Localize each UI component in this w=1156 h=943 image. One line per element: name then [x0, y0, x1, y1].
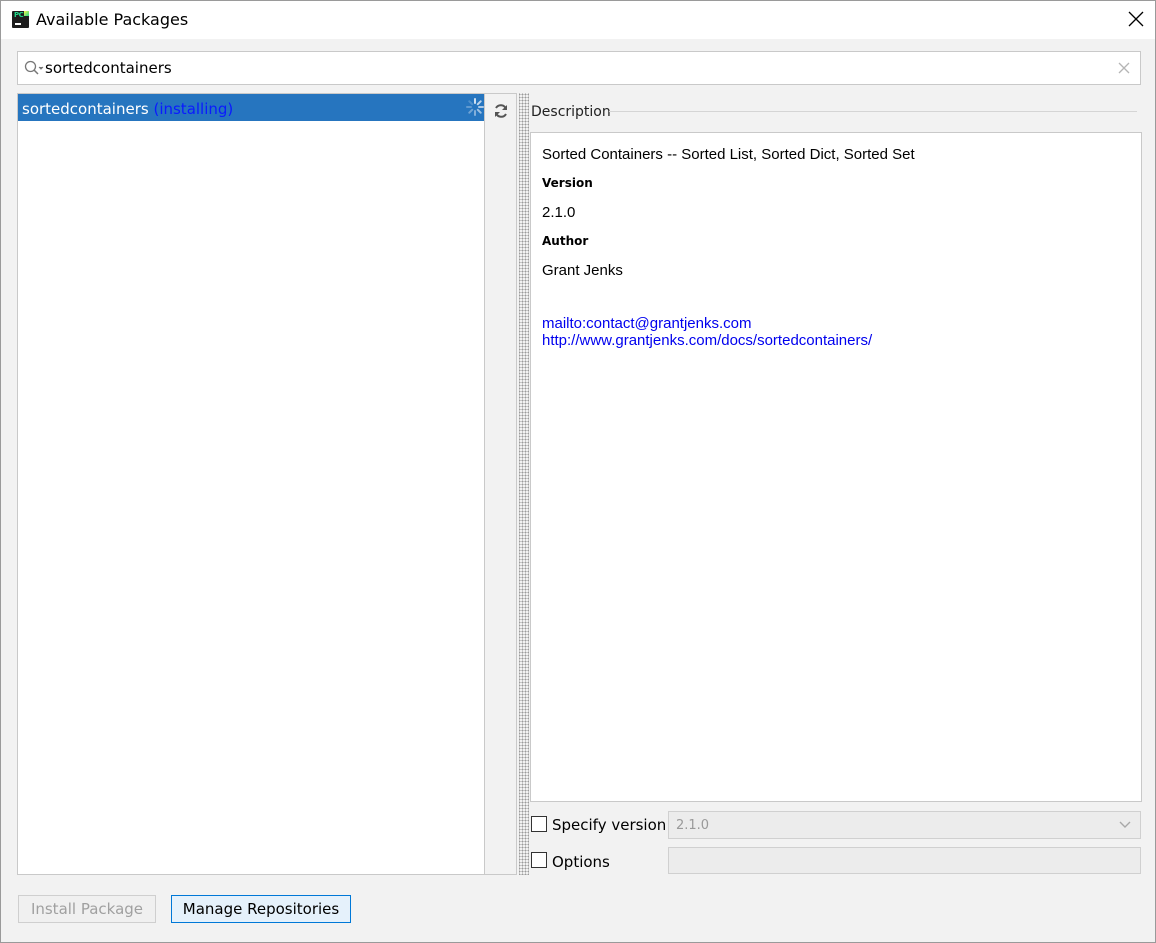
loading-spinner-icon — [466, 98, 484, 116]
clear-icon[interactable] — [1118, 62, 1130, 74]
options-label: Options — [552, 853, 610, 871]
title-bar: PC Available Packages — [1, 1, 1155, 39]
pycharm-icon: PC — [12, 11, 29, 28]
chevron-down-icon — [1119, 821, 1131, 828]
package-list[interactable]: sortedcontainers (installing) — [17, 93, 485, 875]
package-name: sortedcontainers (installing) — [22, 100, 234, 118]
specify-version-checkbox[interactable] — [531, 816, 547, 832]
search-input[interactable] — [45, 55, 1105, 81]
available-packages-dialog: PC Available Packages sortedcontainers (… — [0, 0, 1156, 943]
package-search — [17, 51, 1141, 85]
close-icon — [1128, 11, 1144, 27]
package-summary: Sorted Containers -- Sorted List, Sorted… — [542, 146, 915, 163]
version-dropdown[interactable]: 2.1.0 — [668, 811, 1141, 839]
version-selected: 2.1.0 — [676, 818, 710, 833]
list-toolbar — [485, 93, 517, 875]
author-heading: Author — [542, 234, 589, 248]
options-field[interactable] — [668, 847, 1141, 874]
list-item[interactable]: sortedcontainers (installing) — [18, 94, 484, 121]
close-button[interactable] — [1119, 1, 1155, 39]
specify-version-label: Specify version — [552, 816, 667, 834]
version-value: 2.1.0 — [542, 204, 576, 221]
manage-repositories-button[interactable]: Manage Repositories — [171, 895, 351, 923]
splitter-handle[interactable] — [519, 93, 529, 875]
homepage-link[interactable]: http://www.grantjenks.com/docs/sortedcon… — [542, 332, 872, 349]
options-checkbox[interactable] — [531, 852, 547, 868]
install-package-button[interactable]: Install Package — [18, 895, 156, 923]
author-value: Grant Jenks — [542, 262, 623, 279]
version-heading: Version — [542, 176, 593, 190]
divider — [609, 111, 1137, 112]
refresh-button[interactable] — [488, 98, 514, 124]
author-email-link[interactable]: mailto:contact@grantjenks.com — [542, 315, 751, 332]
refresh-icon — [495, 104, 507, 118]
window-title: Available Packages — [36, 10, 189, 29]
description-label: Description — [531, 104, 611, 120]
install-status: (installing) — [153, 100, 234, 118]
search-icon[interactable] — [24, 60, 44, 76]
description-panel: Sorted Containers -- Sorted List, Sorted… — [530, 132, 1142, 802]
